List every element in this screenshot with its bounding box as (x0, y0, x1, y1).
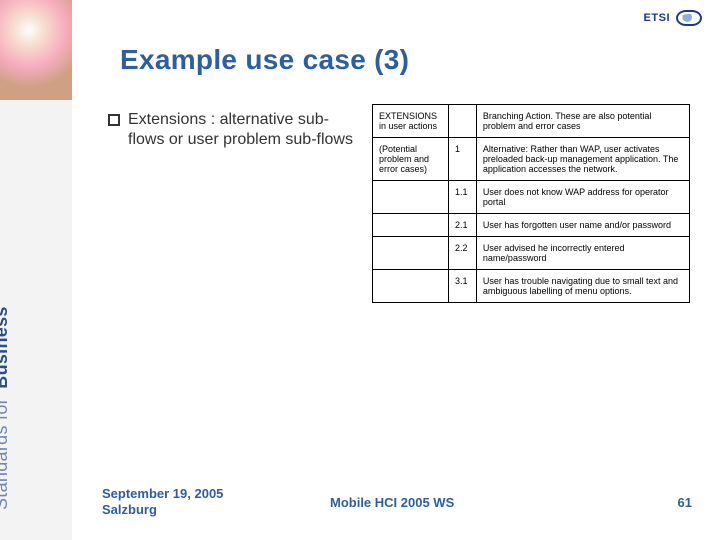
table-cell: 1 (448, 138, 476, 181)
table-header-col1 (448, 105, 476, 138)
table-cell (373, 237, 449, 270)
brand-logo-text: ETSI (644, 12, 670, 24)
table-row: 2.1 User has forgotten user name and/or … (373, 214, 690, 237)
sidebar-tagline-right: Business (0, 306, 11, 388)
table-header-row: EXTENSIONS in user actions Branching Act… (373, 105, 690, 138)
sidebar-tagline: Standards for Business (0, 306, 12, 510)
table-cell (373, 181, 449, 214)
table-header-col0: EXTENSIONS in user actions (373, 105, 449, 138)
table-row: 1.1 User does not know WAP address for o… (373, 181, 690, 214)
table-cell: 2.1 (448, 214, 476, 237)
globe-icon (0, 0, 72, 100)
footer-place: Salzburg (102, 502, 223, 518)
table-row: 3.1 User has trouble navigating due to s… (373, 270, 690, 303)
sidebar-tagline-left: Standards for (0, 398, 11, 510)
bullet-text: Extensions : alternative sub-flows or us… (128, 110, 358, 150)
table-cell: 1.1 (448, 181, 476, 214)
footer-left: September 19, 2005 Salzburg (102, 486, 223, 519)
table-cell: 3.1 (448, 270, 476, 303)
slide: Standards for Business ETSI Example use … (0, 0, 720, 540)
sidebar-graphic: Standards for Business (0, 0, 72, 540)
table-row: (Potential problem and error cases) 1 Al… (373, 138, 690, 181)
footer-page-number: 61 (678, 495, 692, 510)
page-title: Example use case (3) (120, 44, 409, 76)
table-header-col2: Branching Action. These are also potenti… (476, 105, 689, 138)
table-cell: User does not know WAP address for opera… (476, 181, 689, 214)
extensions-table: EXTENSIONS in user actions Branching Act… (372, 104, 690, 303)
table-cell: User has forgotten user name and/or pass… (476, 214, 689, 237)
footer-date: September 19, 2005 (102, 486, 223, 502)
table-cell (373, 270, 449, 303)
hollow-square-bullet-icon (108, 114, 120, 126)
table-cell: (Potential problem and error cases) (373, 138, 449, 181)
etsi-mark-icon (676, 10, 702, 26)
table-cell: Alternative: Rather than WAP, user activ… (476, 138, 689, 181)
brand-logo: ETSI (644, 10, 702, 26)
table-cell: User advised he incorrectly entered name… (476, 237, 689, 270)
footer-center: Mobile HCI 2005 WS (330, 495, 454, 510)
table-row: 2.2 User advised he incorrectly entered … (373, 237, 690, 270)
table-cell (373, 214, 449, 237)
bullet-block: Extensions : alternative sub-flows or us… (108, 110, 358, 150)
table-cell: User has trouble navigating due to small… (476, 270, 689, 303)
table-cell: 2.2 (448, 237, 476, 270)
